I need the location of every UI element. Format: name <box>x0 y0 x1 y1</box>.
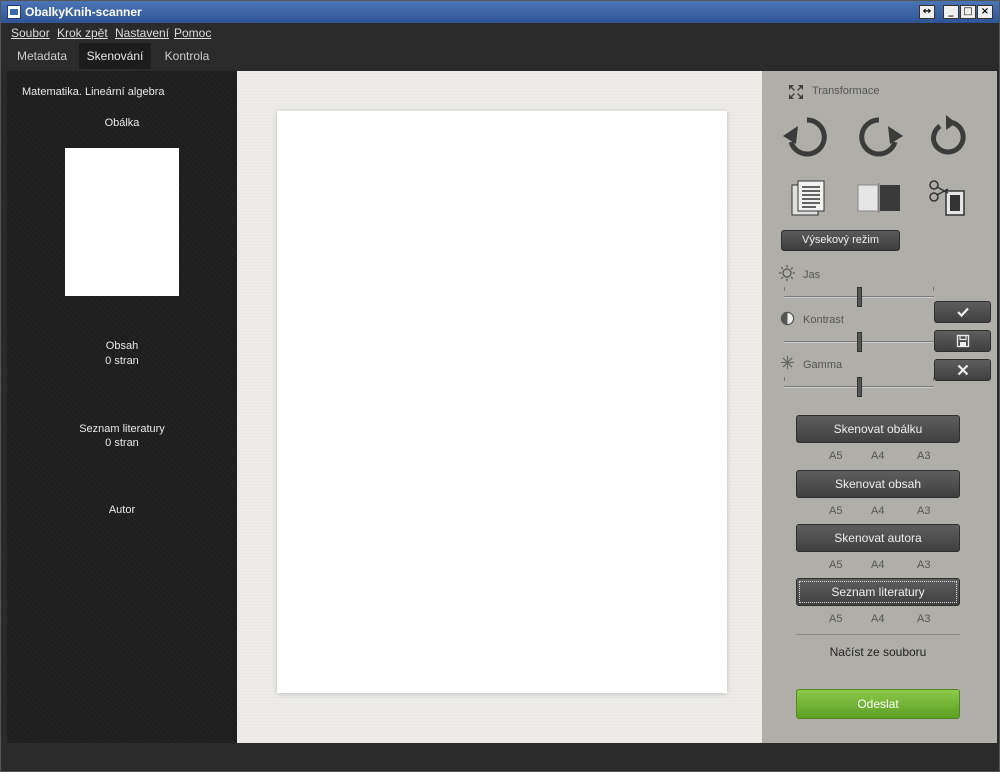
restore-size-icon[interactable]: ↔ <box>919 5 935 19</box>
toc-label: Obsah <box>105 340 139 352</box>
size-a5[interactable]: A5 <box>829 559 842 571</box>
sun-icon <box>779 265 795 281</box>
transform-label: Transformace <box>812 85 880 97</box>
toc-page-count: 0 stran <box>105 355 139 367</box>
bib-page-count: 0 stran <box>105 437 139 449</box>
tab-kontrola[interactable]: Kontrola <box>153 43 221 69</box>
document-lines-icon[interactable] <box>790 179 828 217</box>
menu-soubor[interactable]: Soubor <box>11 26 50 40</box>
size-a5[interactable]: A5 <box>829 613 842 625</box>
size-a5[interactable]: A5 <box>829 505 842 517</box>
tab-skenovani[interactable]: Skenování <box>79 43 151 69</box>
send-button[interactable]: Odeslat <box>796 689 960 719</box>
brightness-slider[interactable] <box>784 287 934 307</box>
author-label: Autor <box>108 504 136 516</box>
status-bar <box>5 743 997 769</box>
checkmark-icon <box>956 307 969 318</box>
gamma-slider[interactable] <box>784 377 934 397</box>
size-a3[interactable]: A3 <box>917 613 930 625</box>
confirm-button[interactable] <box>934 301 991 323</box>
size-a3[interactable]: A3 <box>917 505 930 517</box>
load-from-file-button[interactable]: Načíst ze souboru <box>796 645 960 659</box>
maximize-button[interactable]: □ <box>960 5 976 19</box>
size-a3[interactable]: A3 <box>917 559 930 571</box>
scan-preview-page[interactable] <box>277 111 727 693</box>
split-page-icon[interactable] <box>857 183 901 213</box>
app-icon <box>7 5 21 19</box>
rotate-right-icon[interactable] <box>854 114 904 160</box>
menu-krok-zpet[interactable]: Krok zpět <box>57 26 108 40</box>
cover-thumbnail[interactable] <box>65 148 179 296</box>
close-window-button[interactable]: × <box>977 5 993 19</box>
app-window: ObalkyKnih-scanner ↔ _ □ × Soubor Krok z… <box>0 0 1000 772</box>
tab-bar: Metadata Skenování Kontrola <box>5 43 997 69</box>
gamma-label: Gamma <box>803 359 843 371</box>
rotate-left-icon[interactable] <box>782 114 832 160</box>
rotate-cycle-icon[interactable] <box>926 114 970 160</box>
scan-toc-button[interactable]: Skenovat obsah <box>796 470 960 498</box>
close-icon <box>957 364 968 376</box>
crop-mode-button[interactable]: Výsekový režim <box>781 230 900 251</box>
gamma-slider-handle[interactable] <box>857 377 862 397</box>
contrast-slider-handle[interactable] <box>857 332 862 352</box>
minimize-button[interactable]: _ <box>943 5 959 19</box>
expand-arrows-icon <box>789 85 803 99</box>
size-a5[interactable]: A5 <box>829 450 842 462</box>
tab-metadata[interactable]: Metadata <box>7 43 77 69</box>
book-title: Matematika. Lineární algebra <box>22 86 165 98</box>
size-a4[interactable]: A4 <box>871 505 884 517</box>
divider <box>796 634 960 635</box>
contrast-slider[interactable] <box>784 332 934 352</box>
size-a4[interactable]: A4 <box>871 559 884 571</box>
size-a3[interactable]: A3 <box>917 450 930 462</box>
cancel-settings-button[interactable] <box>934 359 991 381</box>
left-panel: Matematika. Lineární algebra Obálka Obsa… <box>7 71 237 743</box>
size-a4[interactable]: A4 <box>871 450 884 462</box>
preview-area <box>237 71 762 743</box>
size-a4[interactable]: A4 <box>871 613 884 625</box>
cover-label: Obálka <box>104 117 140 129</box>
floppy-icon <box>956 334 969 348</box>
brightness-slider-handle[interactable] <box>857 287 862 307</box>
brightness-label: Jas <box>803 269 821 281</box>
bib-label: Seznam literatury <box>79 423 165 435</box>
gamma-star-icon <box>780 355 795 370</box>
menu-pomoc[interactable]: Pomoc <box>174 26 211 40</box>
scan-author-button[interactable]: Skenovat autora <box>796 524 960 552</box>
scissors-icon[interactable] <box>928 179 968 217</box>
right-panel: Transformace Výsekový režim Jas Kontrast… <box>762 71 997 743</box>
contrast-label: Kontrast <box>803 314 844 326</box>
save-settings-button[interactable] <box>934 330 991 352</box>
window-title: ObalkyKnih-scanner <box>25 5 142 19</box>
scan-cover-button[interactable]: Skenovat obálku <box>796 415 960 443</box>
menu-nastaveni[interactable]: Nastavení <box>115 26 169 40</box>
contrast-icon <box>780 311 795 326</box>
scan-bibliography-button[interactable]: Seznam literatury <box>796 578 960 606</box>
menu-bar: Soubor Krok zpět Nastavení Pomoc <box>5 23 997 43</box>
title-bar: ObalkyKnih-scanner ↔ _ □ × <box>1 1 999 23</box>
